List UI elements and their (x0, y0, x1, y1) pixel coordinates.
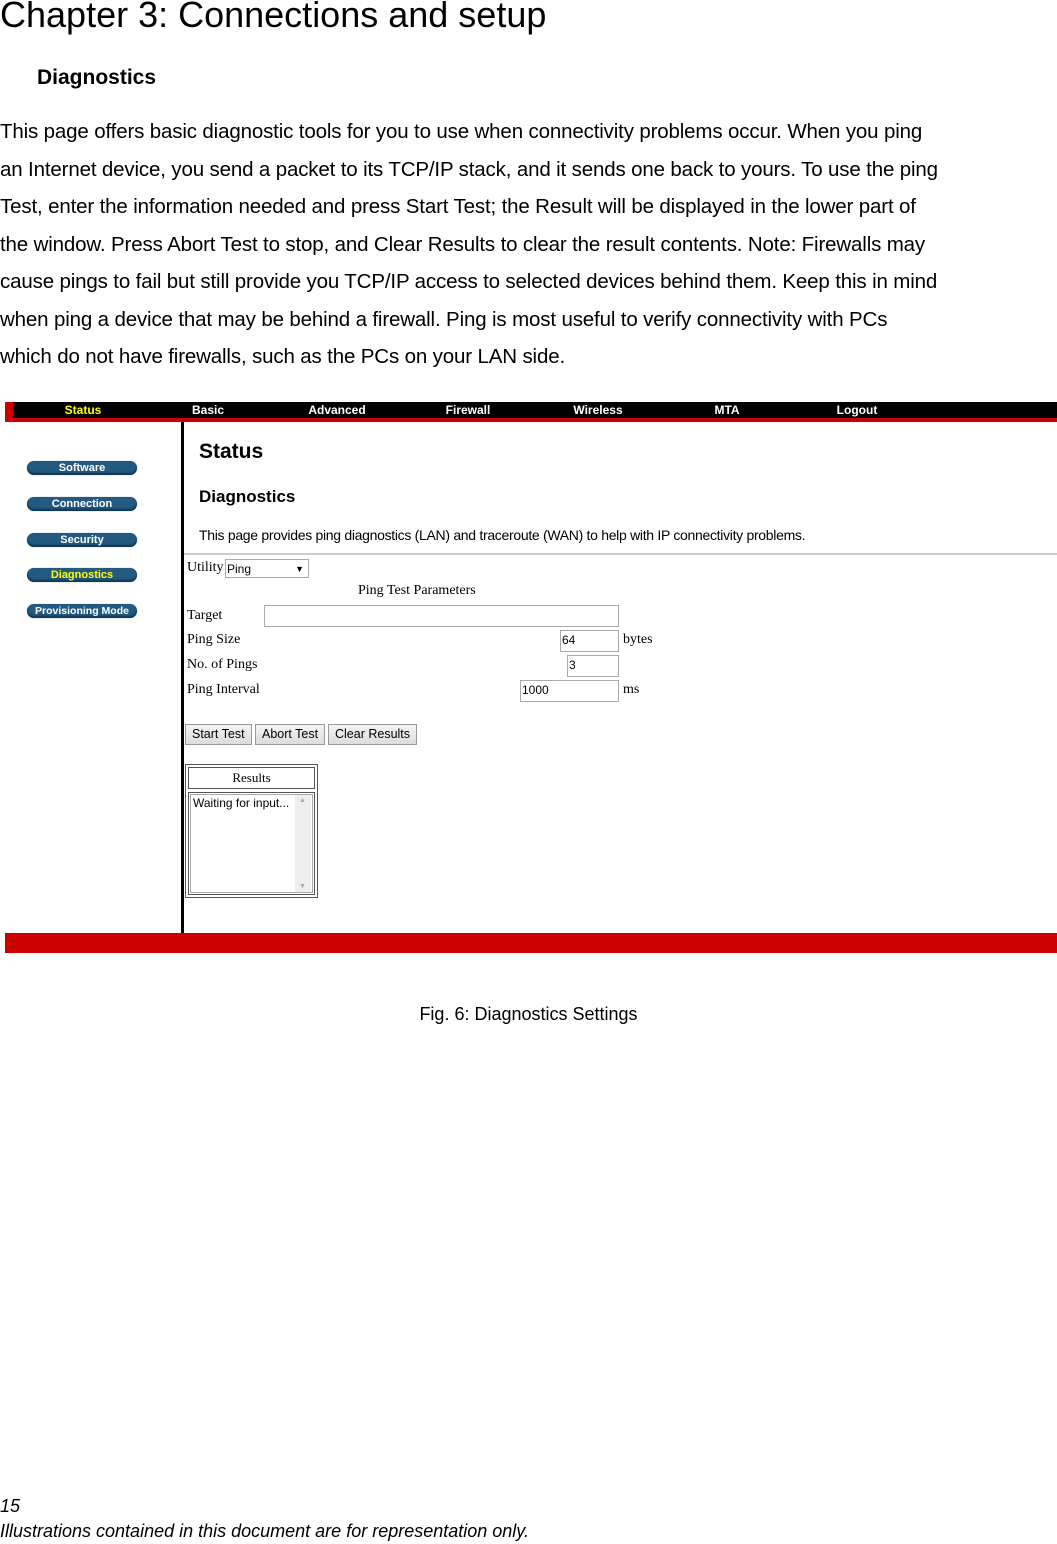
start-test-button[interactable]: Start Test (185, 724, 252, 745)
page-description: This page provides ping diagnostics (LAN… (199, 527, 806, 543)
router-screenshot: Status Basic Advanced Firewall Wireless … (5, 402, 1057, 953)
ping-size-unit: bytes (623, 632, 653, 647)
results-text: Waiting for input... (193, 796, 290, 810)
interval-input[interactable]: 1000 (520, 680, 619, 702)
results-textarea[interactable]: Waiting for input... ▲ ▼ (188, 792, 315, 895)
nav-firewall[interactable]: Firewall (446, 403, 491, 417)
paragraph-line: the window. Press Abort Test to stop, an… (0, 233, 926, 256)
results-heading: Results (188, 767, 315, 789)
paragraph-line: Test, enter the information needed and p… (0, 195, 916, 218)
section-title: Diagnostics (37, 66, 157, 89)
sidebar-item-connection[interactable]: Connection (27, 497, 137, 511)
divider (184, 553, 1057, 555)
results-panel: Results Waiting for input... ▲ ▼ (185, 764, 318, 898)
num-pings-input[interactable]: 3 (567, 655, 619, 677)
disclaimer: Illustrations contained in this document… (0, 1521, 529, 1541)
abort-test-button[interactable]: Abort Test (255, 724, 326, 745)
ping-size-label: Ping Size (187, 632, 241, 647)
scrollbar[interactable]: ▲ ▼ (295, 795, 311, 892)
paragraph-line: cause pings to fail but still provide yo… (0, 270, 938, 293)
interval-unit: ms (623, 682, 640, 697)
dropdown-arrow-icon: ▼ (295, 564, 304, 574)
sidebar-divider (181, 422, 184, 933)
sidebar-item-security[interactable]: Security (27, 533, 137, 547)
scroll-up-icon[interactable]: ▲ (299, 797, 306, 804)
sidebar-item-diagnostics[interactable]: Diagnostics (27, 568, 137, 582)
target-input[interactable] (264, 605, 619, 627)
sidebar-item-software[interactable]: Software (27, 461, 137, 475)
footer-bar (5, 933, 1057, 953)
page-title: Status (199, 440, 264, 463)
scroll-down-icon[interactable]: ▼ (299, 883, 306, 890)
nav-basic[interactable]: Basic (192, 403, 224, 417)
num-pings-label: No. of Pings (187, 657, 258, 672)
sidebar-item-provisioning-mode[interactable]: Provisioning Mode (27, 604, 137, 618)
paragraph-line: when ping a device that may be behind a … (0, 308, 888, 331)
page-number: 15 (0, 1496, 21, 1516)
nav-status[interactable]: Status (65, 403, 102, 417)
figure-caption: Fig. 6: Diagnostics Settings (419, 1004, 638, 1024)
target-label: Target (187, 608, 223, 623)
top-nav: Status Basic Advanced Firewall Wireless … (5, 402, 1057, 418)
params-heading: Ping Test Parameters (358, 583, 476, 598)
ping-size-input[interactable]: 64 (560, 630, 619, 652)
nav-mta[interactable]: MTA (714, 403, 739, 417)
nav-underline (5, 418, 1057, 422)
utility-value: Ping (227, 562, 252, 576)
utility-label: Utility (187, 560, 224, 575)
utility-select[interactable]: Ping ▼ (225, 559, 309, 578)
chapter-title: Chapter 3: Connections and setup (0, 0, 547, 35)
nav-wireless[interactable]: Wireless (573, 403, 622, 417)
paragraph-line: an Internet device, you send a packet to… (0, 158, 938, 181)
interval-label: Ping Interval (187, 682, 260, 697)
paragraph-line: This page offers basic diagnostic tools … (0, 120, 923, 143)
nav-advanced[interactable]: Advanced (308, 403, 365, 417)
page-subtitle: Diagnostics (199, 487, 296, 506)
nav-logout[interactable]: Logout (837, 403, 878, 417)
paragraph-line: which do not have firewalls, such as the… (0, 345, 565, 368)
clear-results-button[interactable]: Clear Results (328, 724, 418, 745)
